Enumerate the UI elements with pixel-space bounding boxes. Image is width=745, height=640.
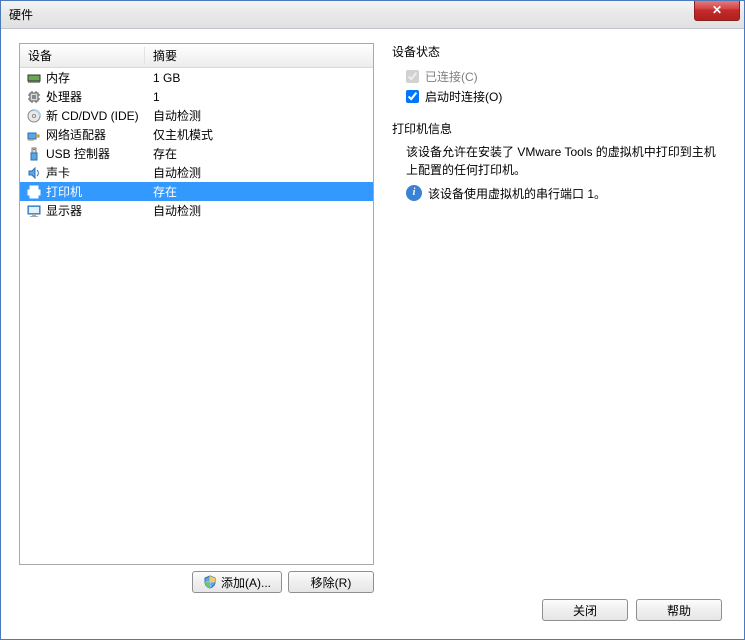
device-summary: 存在 xyxy=(145,183,373,200)
memory-icon xyxy=(26,70,42,86)
printer-info-note: 该设备使用虚拟机的串行端口 1。 xyxy=(428,185,606,202)
device-row-cpu[interactable]: 处理器1 xyxy=(20,87,373,106)
device-row-nic[interactable]: 网络适配器仅主机模式 xyxy=(20,125,373,144)
printer-icon xyxy=(26,184,42,200)
connected-checkbox-row: 已连接(C) xyxy=(406,66,726,86)
close-button-label: 关闭 xyxy=(573,602,597,619)
device-name: 新 CD/DVD (IDE) xyxy=(46,107,145,124)
poweron-label: 启动时连接(O) xyxy=(425,88,502,105)
device-name: USB 控制器 xyxy=(46,145,145,162)
device-row-usb[interactable]: USB 控制器存在 xyxy=(20,144,373,163)
device-name: 网络适配器 xyxy=(46,126,145,143)
device-list-header: 设备 摘要 xyxy=(20,44,373,68)
usb-icon xyxy=(26,146,42,162)
device-name: 打印机 xyxy=(46,183,145,200)
left-pane: 设备 摘要 内存1 GB处理器1新 CD/DVD (IDE)自动检测网络适配器仅… xyxy=(19,43,374,593)
device-row-sound[interactable]: 声卡自动检测 xyxy=(20,163,373,182)
add-button-label: 添加(A)... xyxy=(221,574,271,591)
content-area: 设备 摘要 内存1 GB处理器1新 CD/DVD (IDE)自动检测网络适配器仅… xyxy=(1,29,744,639)
right-pane: 设备状态 已连接(C) 启动时连接(O) 打印机信息 该设备允许在安装了 VMw… xyxy=(392,43,726,593)
device-row-cd[interactable]: 新 CD/DVD (IDE)自动检测 xyxy=(20,106,373,125)
remove-button-label: 移除(R) xyxy=(311,574,352,591)
status-group-body: 已连接(C) 启动时连接(O) xyxy=(406,66,726,106)
sound-icon xyxy=(26,165,42,181)
device-row-printer[interactable]: 打印机存在 xyxy=(20,182,373,201)
device-summary: 存在 xyxy=(145,145,373,162)
connected-label: 已连接(C) xyxy=(425,68,478,85)
device-name: 显示器 xyxy=(46,202,145,219)
printer-info-desc: 该设备允许在安装了 VMware Tools 的虚拟机中打印到主机上配置的任何打… xyxy=(406,143,726,179)
add-button[interactable]: 添加(A)... xyxy=(192,571,282,593)
cd-icon xyxy=(26,108,42,124)
status-group-title: 设备状态 xyxy=(392,43,726,60)
device-row-display[interactable]: 显示器自动检测 xyxy=(20,201,373,220)
help-button-label: 帮助 xyxy=(667,602,691,619)
device-row-memory[interactable]: 内存1 GB xyxy=(20,68,373,87)
device-summary: 1 xyxy=(145,90,373,104)
device-summary: 自动检测 xyxy=(145,107,373,124)
column-header-summary[interactable]: 摘要 xyxy=(145,47,373,64)
display-icon xyxy=(26,203,42,219)
device-name: 内存 xyxy=(46,69,145,86)
titlebar[interactable]: 硬件 ✕ xyxy=(1,1,744,29)
device-summary: 1 GB xyxy=(145,71,373,85)
connected-checkbox xyxy=(406,70,419,83)
printer-info-body: 该设备允许在安装了 VMware Tools 的虚拟机中打印到主机上配置的任何打… xyxy=(406,143,726,202)
close-icon[interactable]: ✕ xyxy=(694,1,740,21)
device-summary: 仅主机模式 xyxy=(145,126,373,143)
remove-button[interactable]: 移除(R) xyxy=(288,571,374,593)
poweron-checkbox[interactable] xyxy=(406,90,419,103)
info-icon: i xyxy=(406,185,422,201)
poweron-checkbox-row[interactable]: 启动时连接(O) xyxy=(406,86,726,106)
shield-icon xyxy=(203,575,217,589)
panes: 设备 摘要 内存1 GB处理器1新 CD/DVD (IDE)自动检测网络适配器仅… xyxy=(19,43,726,593)
close-button[interactable]: 关闭 xyxy=(542,599,628,621)
printer-info-title: 打印机信息 xyxy=(392,120,726,137)
device-list[interactable]: 设备 摘要 内存1 GB处理器1新 CD/DVD (IDE)自动检测网络适配器仅… xyxy=(19,43,374,565)
cpu-icon xyxy=(26,89,42,105)
device-summary: 自动检测 xyxy=(145,202,373,219)
device-summary: 自动检测 xyxy=(145,164,373,181)
device-name: 声卡 xyxy=(46,164,145,181)
left-button-row: 添加(A)... 移除(R) xyxy=(19,571,374,593)
device-name: 处理器 xyxy=(46,88,145,105)
device-list-body: 内存1 GB处理器1新 CD/DVD (IDE)自动检测网络适配器仅主机模式US… xyxy=(20,68,373,220)
printer-info-note-row: i 该设备使用虚拟机的串行端口 1。 xyxy=(406,185,726,202)
dialog-window: 硬件 ✕ 设备 摘要 内存1 GB处理器1新 CD/DVD (IDE)自动检测网… xyxy=(0,0,745,640)
column-header-device[interactable]: 设备 xyxy=(20,47,145,64)
nic-icon xyxy=(26,127,42,143)
help-button[interactable]: 帮助 xyxy=(636,599,722,621)
window-title: 硬件 xyxy=(9,6,33,23)
footer: 关闭 帮助 xyxy=(19,593,726,627)
